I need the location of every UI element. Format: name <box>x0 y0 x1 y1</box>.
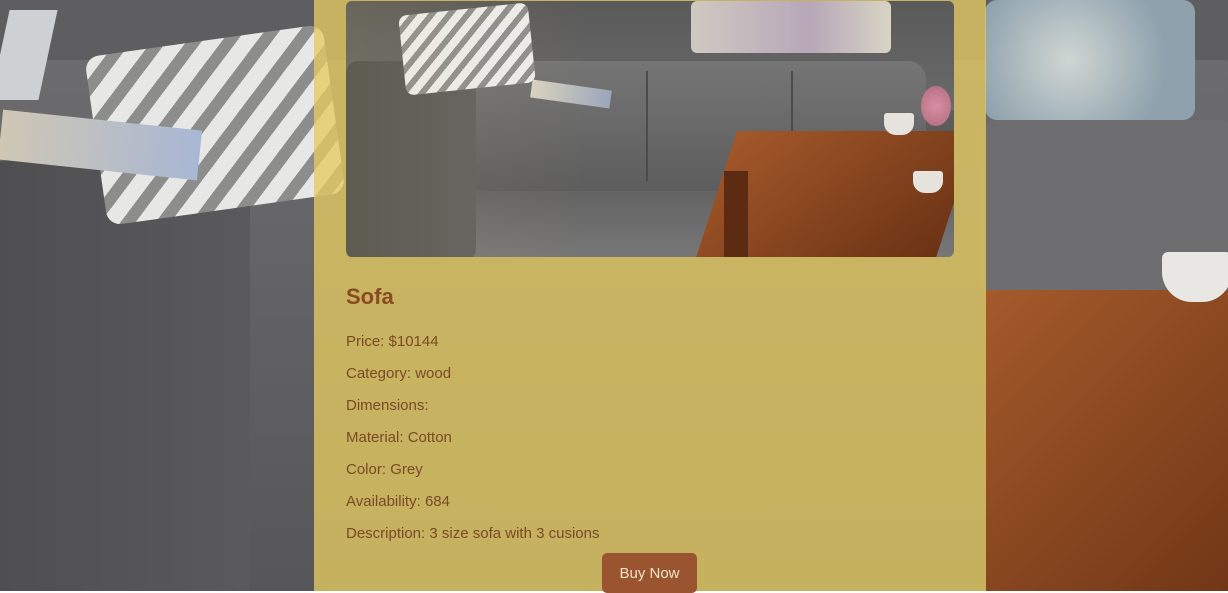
detail-label: Description: <box>346 525 426 542</box>
detail-value: Grey <box>390 461 423 478</box>
product-title: Sofa <box>346 284 394 309</box>
background-coffee-table <box>985 290 1228 591</box>
buy-now-button[interactable]: Buy Now <box>602 553 697 593</box>
product-image <box>346 1 954 257</box>
detail-value: 684 <box>424 493 450 510</box>
category-detail: Category: wood <box>346 365 451 382</box>
image-overlay <box>346 1 954 257</box>
availability-detail: Availability: 684 <box>346 493 450 510</box>
detail-label: Color: <box>346 461 387 478</box>
color-detail: Color: Grey <box>346 461 423 478</box>
price-detail: Price: $10144 <box>346 333 439 350</box>
background-pillow <box>985 0 1195 120</box>
detail-label: Dimensions: <box>346 397 429 414</box>
product-card: Sofa Price: $10144 Category: wood Dimens… <box>314 0 986 593</box>
detail-label: Material: <box>346 429 404 446</box>
detail-value: $10144 <box>388 333 439 350</box>
dimensions-detail: Dimensions: <box>346 397 429 414</box>
background-sofa-arm <box>0 160 250 591</box>
detail-value: wood <box>415 365 452 382</box>
detail-label: Price: <box>346 333 385 350</box>
detail-label: Category: <box>346 365 412 382</box>
detail-label: Availability: <box>346 493 421 510</box>
background-cup <box>1162 252 1228 302</box>
detail-value: Cotton <box>407 429 452 446</box>
description-detail: Description: 3 size sofa with 3 cusions <box>346 525 599 542</box>
detail-value: 3 size sofa with 3 cusions <box>429 525 600 542</box>
material-detail: Material: Cotton <box>346 429 452 446</box>
